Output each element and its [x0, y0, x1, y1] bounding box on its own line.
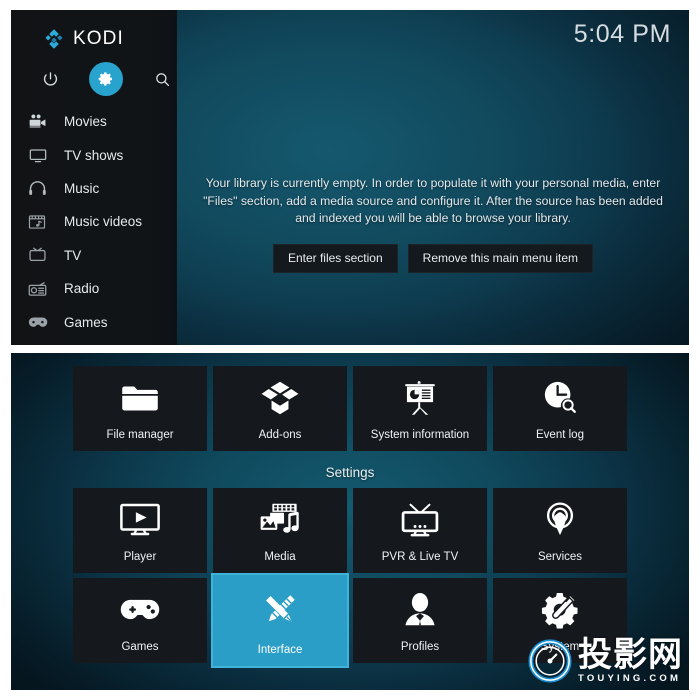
tile-label: System information [370, 429, 470, 441]
home-content-area: 5:04 PM Your library is currently empty.… [177, 10, 689, 345]
sidebar-menu: Movies TV shows Music Music videos TV Ra… [11, 105, 177, 345]
tile-event-log[interactable]: Event log [493, 366, 627, 451]
sidebar-item-tv-shows[interactable]: TV shows [11, 138, 177, 171]
gamepad-icon [73, 578, 207, 641]
gamepad-icon [28, 312, 54, 332]
tile-label: Interface [257, 644, 303, 656]
tv-icon [28, 245, 54, 265]
tile-interface[interactable]: Interface [211, 573, 349, 668]
tile-system-information[interactable]: System information [353, 366, 487, 451]
person-icon [353, 578, 487, 641]
movie-camera-icon [28, 112, 54, 132]
remove-main-menu-item-button[interactable]: Remove this main menu item [407, 243, 594, 273]
search-icon [154, 71, 171, 88]
play-monitor-icon [73, 488, 207, 551]
settings-button[interactable] [89, 62, 123, 96]
radio-icon [28, 279, 54, 299]
sidebar-item-label: TV shows [64, 147, 124, 163]
empty-library-message: Your library is currently empty. In orde… [203, 176, 663, 225]
empty-library-block: Your library is currently empty. In orde… [177, 175, 689, 273]
settings-section-title: Settings [325, 465, 375, 480]
tile-label: Games [121, 641, 159, 653]
tile-label: Add-ons [258, 429, 302, 441]
clock: 5:04 PM [573, 20, 671, 48]
power-icon [42, 71, 59, 88]
sidebar-item-label: TV [64, 247, 82, 263]
sidebar-toolbar [11, 62, 177, 96]
antenna-tv-icon [353, 488, 487, 551]
sidebar-item-addons[interactable]: Add-ons [11, 339, 177, 345]
sidebar-item-music[interactable]: Music [11, 172, 177, 205]
headphones-icon [28, 178, 54, 198]
settings-row-middle: Player Media PVR & Live TV Services [73, 488, 627, 573]
sidebar: KODI Movies TV shows Music Music videos … [11, 10, 177, 345]
kodi-logo-icon [43, 28, 65, 50]
folder-icon [73, 366, 207, 429]
watermark-english: TOUYING.COM [578, 673, 682, 684]
open-box-icon [213, 366, 347, 429]
tile-label: File manager [106, 429, 174, 441]
sidebar-item-tv[interactable]: TV [11, 239, 177, 272]
clock-search-icon [493, 366, 627, 429]
tile-file-manager[interactable]: File manager [73, 366, 207, 451]
screenshot-root: 5:04 PM Your library is currently empty.… [0, 0, 700, 700]
sidebar-item-music-videos[interactable]: Music videos [11, 205, 177, 238]
sidebar-item-label: Games [64, 314, 108, 330]
tile-label: Services [537, 551, 583, 563]
tile-pvr-live-tv[interactable]: PVR & Live TV [353, 488, 487, 573]
settings-row-top: File manager Add-ons System information … [73, 366, 627, 451]
settings-screen: File manager Add-ons System information … [11, 353, 689, 690]
tile-add-ons[interactable]: Add-ons [213, 366, 347, 451]
tile-label: PVR & Live TV [381, 551, 459, 563]
tile-profiles[interactable]: Profiles [353, 578, 487, 663]
presentation-icon [353, 366, 487, 429]
sidebar-item-label: Music [64, 180, 100, 196]
tile-games[interactable]: Games [73, 578, 207, 663]
sidebar-item-label: Movies [64, 114, 107, 130]
enter-files-section-button[interactable]: Enter files section [272, 243, 398, 273]
brand: KODI [43, 28, 124, 50]
brand-title: KODI [73, 28, 124, 49]
tile-label: Profiles [400, 641, 440, 653]
monitor-icon [28, 145, 54, 165]
power-button[interactable] [33, 62, 67, 96]
tile-label: Media [264, 551, 296, 563]
touying-ring-icon [527, 638, 573, 684]
sidebar-item-movies[interactable]: Movies [11, 105, 177, 138]
tile-label: Event log [536, 429, 584, 441]
sidebar-item-games[interactable]: Games [11, 305, 177, 338]
tile-label: Player [123, 551, 157, 563]
gear-icon [98, 71, 114, 87]
music-video-icon [28, 212, 54, 232]
watermark: 投影网 TOUYING.COM [527, 638, 683, 684]
search-button[interactable] [145, 62, 179, 96]
pencil-ruler-icon [213, 575, 347, 644]
kodi-home-screen: 5:04 PM Your library is currently empty.… [11, 10, 689, 345]
sidebar-item-label: Radio [64, 281, 100, 297]
empty-library-actions: Enter files section Remove this main men… [177, 243, 689, 273]
watermark-text: 投影网 TOUYING.COM [578, 638, 683, 684]
tile-player[interactable]: Player [73, 488, 207, 573]
sidebar-item-label: Music videos [64, 214, 143, 230]
media-stack-icon [213, 488, 347, 551]
gear-wrench-icon [493, 578, 627, 641]
sidebar-item-radio[interactable]: Radio [11, 272, 177, 305]
tile-media[interactable]: Media [213, 488, 347, 573]
watermark-chinese: 投影网 [578, 635, 683, 675]
tile-services[interactable]: Services [493, 488, 627, 573]
broadcast-pin-icon [493, 488, 627, 551]
